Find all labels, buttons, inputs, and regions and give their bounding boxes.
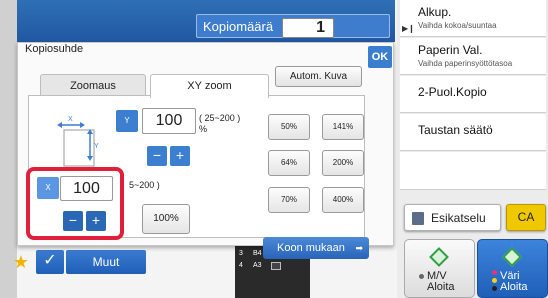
y-minus-button[interactable]: − bbox=[147, 146, 167, 166]
tray-icon bbox=[271, 262, 281, 270]
copies-box[interactable]: Kopiomäärä 1 bbox=[196, 14, 390, 38]
rp-title: Taustan säätö bbox=[418, 123, 493, 137]
auto-image-button[interactable]: Autom. Kuva bbox=[275, 66, 362, 87]
copies-input[interactable]: 1 bbox=[282, 18, 334, 38]
check-icon[interactable]: ✓ bbox=[36, 250, 64, 274]
tab-xy-zoom[interactable]: XY zoom bbox=[150, 74, 269, 98]
svg-text:X: X bbox=[68, 116, 73, 123]
rp-item-original[interactable]: Alkup. Vaihda kokoa/suuntaa bbox=[400, 0, 546, 37]
reset-100-button[interactable]: 100% bbox=[142, 204, 190, 234]
preset-70[interactable]: 70% bbox=[268, 187, 310, 213]
yellow-dot-icon bbox=[492, 278, 497, 283]
preset-50[interactable]: 50% bbox=[268, 114, 310, 140]
top-bar: Kopiomäärä 1 bbox=[0, 0, 395, 298]
x-range-label: 5~200 ) bbox=[129, 180, 160, 190]
color-start-label: Aloita bbox=[500, 281, 528, 293]
rp-title: Paperin Val. bbox=[418, 43, 483, 57]
black-dot-icon bbox=[492, 286, 497, 291]
rp-title: Alkup. bbox=[418, 5, 452, 19]
preset-400[interactable]: 400% bbox=[322, 187, 364, 213]
preset-64[interactable]: 64% bbox=[268, 150, 310, 176]
clear-all-button[interactable]: CA bbox=[506, 204, 546, 231]
other-button[interactable]: Muut bbox=[66, 250, 146, 274]
fit-size-button[interactable]: Koon mukaan ➡ bbox=[263, 237, 369, 259]
dot-icon bbox=[419, 274, 424, 279]
rp-empty-item bbox=[400, 152, 546, 190]
rp-item-duplex[interactable]: 2-Puol.Kopio bbox=[400, 76, 546, 113]
ok-button[interactable]: OK bbox=[368, 46, 392, 68]
y-unit-label: % bbox=[199, 124, 208, 134]
preset-200[interactable]: 200% bbox=[322, 150, 364, 176]
favorite-star-icon[interactable]: ★ bbox=[10, 252, 32, 272]
preview-label: Esikatselu bbox=[431, 211, 486, 225]
y-plus-button[interactable]: + bbox=[170, 146, 190, 166]
tray-size: A3 bbox=[253, 262, 262, 269]
arrow-right-icon: ➡ bbox=[355, 243, 363, 253]
play-arrow-icon: ▶❙ bbox=[402, 24, 415, 33]
rp-subtitle: Vaihda kokoa/suuntaa bbox=[418, 21, 497, 30]
start-diamond-icon bbox=[502, 247, 522, 267]
fit-size-label: Koon mukaan bbox=[277, 242, 345, 254]
xy-diagram-icon: X Y bbox=[57, 116, 99, 167]
start-diamond-icon bbox=[429, 247, 449, 267]
magenta-dot-icon bbox=[492, 270, 497, 275]
svg-text:Y: Y bbox=[94, 143, 99, 150]
dialog-title: Kopiosuhde bbox=[25, 43, 84, 55]
tab-zoom[interactable]: Zoomaus bbox=[40, 74, 146, 97]
tray-num: 3 bbox=[239, 250, 243, 257]
preset-141[interactable]: 141% bbox=[322, 114, 364, 140]
rp-title: 2-Puol.Kopio bbox=[418, 85, 487, 99]
bw-start-button[interactable]: M/V Aloita bbox=[404, 239, 475, 298]
y-button[interactable]: Y bbox=[116, 110, 138, 132]
bw-start-label: Aloita bbox=[427, 281, 455, 293]
rp-subtitle: Vaihda paperinsyöttötasoa bbox=[418, 59, 513, 68]
y-value-field[interactable]: 100 bbox=[142, 108, 196, 134]
y-range-label: ( 25~200 ) bbox=[199, 113, 241, 123]
tray-num: 4 bbox=[239, 262, 243, 269]
rp-item-background[interactable]: Taustan säätö bbox=[400, 114, 546, 151]
rp-item-paper[interactable]: Paperin Val. Vaihda paperinsyöttötasoa bbox=[400, 38, 546, 75]
highlight-frame bbox=[26, 167, 124, 240]
color-start-button[interactable]: Väri Aloita bbox=[477, 239, 548, 298]
copies-label: Kopiomäärä bbox=[203, 19, 274, 34]
preview-button[interactable]: Esikatselu bbox=[404, 204, 501, 231]
preview-icon bbox=[412, 212, 424, 225]
tray-size: B4 bbox=[253, 250, 262, 257]
